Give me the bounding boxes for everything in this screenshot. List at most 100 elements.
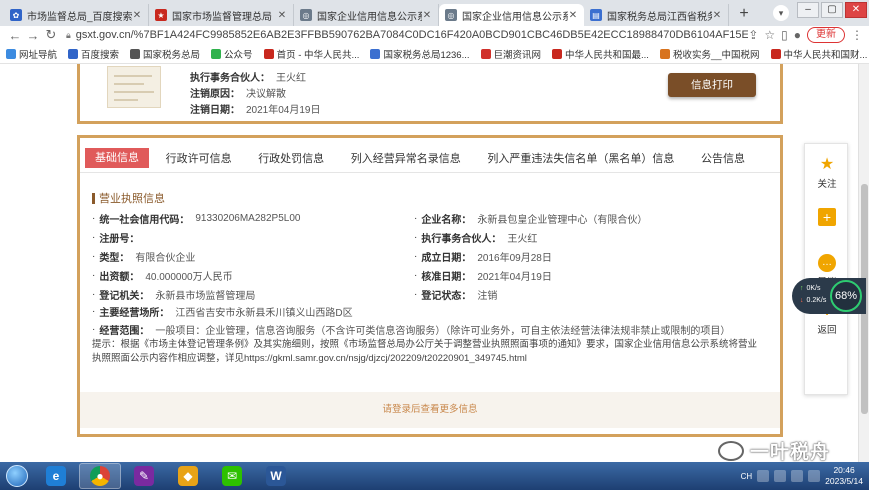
bookmark-item[interactable]: 百度搜索 xyxy=(68,47,119,61)
close-icon[interactable]: ✕ xyxy=(277,10,287,21)
bookmark-item[interactable]: 国家税务总局1236... xyxy=(370,47,470,61)
reload-icon[interactable]: ↻ xyxy=(42,27,60,43)
divider xyxy=(80,172,780,173)
star-icon: ★ xyxy=(819,156,835,173)
bookmark-icon xyxy=(263,48,274,59)
license-thumbnail[interactable] xyxy=(107,66,161,108)
tab-blacklist[interactable]: 列入严重违法失信名单（黑名单）信息 xyxy=(477,150,684,166)
close-icon[interactable]: ✕ xyxy=(132,10,142,21)
sidebar-icon[interactable]: ▯ xyxy=(781,28,788,42)
tab-label: 国家企业信用信息公示系统 xyxy=(462,11,568,23)
star-outline-icon[interactable]: ☆ xyxy=(764,28,775,42)
page-scrollbar[interactable] xyxy=(858,64,869,462)
field-value: 2021年04月19日 xyxy=(246,104,321,116)
browser-tab-active[interactable]: ◎ 国家企业信用信息公示系统 ✕ xyxy=(439,4,584,26)
taskbar-app[interactable]: ✎ xyxy=(123,463,165,489)
tab-abnormal-list[interactable]: 列入经营异常名录信息 xyxy=(341,150,471,166)
browser-tab-bar: ✿ 市场监督总局_百度搜索 ✕ ★ 国家市场监督管理总局 ✕ ◎ 国家企业信用信… xyxy=(0,0,869,26)
field-value: 2021年04月19日 xyxy=(477,271,552,283)
bookmark-label: 中华人民共和国财... xyxy=(783,49,868,61)
follow-button[interactable]: ★ 关注 xyxy=(805,156,849,190)
tab-admin-license[interactable]: 行政许可信息 xyxy=(156,150,242,166)
bookmark-item[interactable]: 税收实务__中国税网 xyxy=(659,47,760,61)
bookmark-icon xyxy=(370,48,381,59)
login-more-link[interactable]: 请登录后查看更多信息 xyxy=(80,392,780,428)
tab-admin-penalty[interactable]: 行政处罚信息 xyxy=(248,150,334,166)
url-field[interactable]: 🔒︎ gsxt.gov.cn/%7BF1A424FC9985852E6AB2E3… xyxy=(66,29,748,41)
tray-icon[interactable] xyxy=(757,470,770,482)
profile-icon[interactable]: ● xyxy=(794,28,801,42)
upload-speed: 0K/s xyxy=(806,285,821,292)
bookmark-label: 税收实务__中国税网 xyxy=(672,49,760,61)
bookmark-item[interactable]: 首页 - 中华人民共... xyxy=(263,47,360,61)
app-icon: ◆ xyxy=(178,466,198,486)
browser-tab[interactable]: ★ 国家市场监督管理总局 ✕ xyxy=(149,4,294,26)
back-arrow-icon[interactable]: ← xyxy=(6,28,24,43)
start-button[interactable] xyxy=(0,462,34,490)
language-indicator[interactable]: CH xyxy=(741,472,753,481)
field-label: 执行事务合伙人： xyxy=(421,233,502,245)
bookmark-item[interactable]: 国家税务总局 xyxy=(130,47,200,61)
bookmark-label: 国家税务总局 xyxy=(143,49,201,61)
address-bar: ← → ↻ 🔒︎ gsxt.gov.cn/%7BF1A424FC9985852E… xyxy=(0,26,869,44)
field-value: 注销 xyxy=(477,290,498,302)
menu-icon[interactable]: ⋮ xyxy=(851,28,863,42)
close-icon[interactable]: ✕ xyxy=(422,10,432,21)
globe-icon: ◎ xyxy=(300,9,312,21)
close-icon[interactable]: ✕ xyxy=(712,10,722,21)
upload-arrow-icon: ↑ xyxy=(800,285,804,292)
browser-tab[interactable]: ◎ 国家企业信用信息公示系统 ✕ xyxy=(294,4,439,26)
clock[interactable]: 20:46 2023/5/14 xyxy=(825,465,863,487)
share-icon[interactable]: ⇪ xyxy=(748,28,758,42)
field-label: 出资额： xyxy=(99,271,140,283)
status-row: · 登记状态： 注销 xyxy=(414,288,498,302)
field-label: 经营范围： xyxy=(99,325,150,337)
minimize-button[interactable]: – xyxy=(797,2,819,18)
bookmark-item[interactable]: 网址导航 xyxy=(6,47,57,61)
browser-tab[interactable]: ▤ 国家税务总局江西省税务局 递 ✕ xyxy=(584,4,729,26)
tray-icon[interactable] xyxy=(774,470,787,482)
bookmark-label: 首页 - 中华人民共... xyxy=(276,49,360,61)
taskbar-ie[interactable]: e xyxy=(35,463,77,489)
print-info-button[interactable]: 信息打印 xyxy=(668,73,756,97)
network-icon[interactable] xyxy=(791,470,804,482)
forward-arrow-icon[interactable]: → xyxy=(24,28,42,43)
add-button[interactable]: + xyxy=(805,208,849,228)
field-value: 40.000000万人民币 xyxy=(145,271,233,283)
bookmark-label: 公众号 xyxy=(224,49,253,61)
bookmark-item[interactable]: 中华人民共和国财... xyxy=(770,47,868,61)
chevron-down-icon[interactable]: ▾ xyxy=(773,5,789,21)
network-speed-widget[interactable]: ↑ 0K/s ↓ 0.2K/s 68% xyxy=(792,278,866,314)
field-label: 成立日期： xyxy=(421,252,472,264)
new-tab-button[interactable]: + xyxy=(733,4,755,26)
maximize-button[interactable]: ▢ xyxy=(821,2,843,18)
field-value: 王火红 xyxy=(507,233,538,245)
bookmark-icon xyxy=(68,48,79,59)
bookmark-icon xyxy=(480,48,491,59)
scope-row: · 经营范围： 一般项目：企业管理，信息咨询服务（不含许可类信息咨询服务）（除许可业… xyxy=(92,323,731,337)
cancellation-summary: 执行事务合伙人： 王火红 注销原因： 决议解散 注销日期： 2021年04月19… xyxy=(77,64,783,124)
taskbar-app[interactable]: ◆ xyxy=(167,463,209,489)
bookmark-icon xyxy=(130,48,141,59)
partner-row: 执行事务合伙人： 王火红 xyxy=(190,68,321,84)
globe-icon: ◎ xyxy=(445,9,457,21)
volume-icon[interactable] xyxy=(808,470,821,482)
bookmark-item[interactable]: 中华人民共和国最... xyxy=(552,47,649,61)
field-value: 永新县市场监督管理局 xyxy=(155,290,256,302)
bookmark-icon xyxy=(659,48,670,59)
tab-basic-info[interactable]: 基础信息 xyxy=(85,148,149,168)
field-label: 执行事务合伙人： xyxy=(190,72,270,84)
bookmark-item[interactable]: 公众号 xyxy=(211,47,253,61)
taskbar-chrome[interactable]: ● xyxy=(79,463,121,489)
clock-date: 2023/5/14 xyxy=(825,476,863,486)
windows-logo-icon xyxy=(6,465,28,487)
close-icon[interactable]: ✕ xyxy=(568,10,578,21)
taskbar-word[interactable]: W xyxy=(255,463,297,489)
bookmark-item[interactable]: 巨潮资讯网 xyxy=(480,47,541,61)
browser-tab[interactable]: ✿ 市场监督总局_百度搜索 ✕ xyxy=(4,4,149,26)
window-close-button[interactable]: ✕ xyxy=(845,2,867,18)
tab-announcements[interactable]: 公告信息 xyxy=(691,150,755,166)
update-button[interactable]: 更新 xyxy=(807,27,845,43)
cpu-percent: 68% xyxy=(830,280,862,312)
taskbar-wechat[interactable]: ✉ xyxy=(211,463,253,489)
